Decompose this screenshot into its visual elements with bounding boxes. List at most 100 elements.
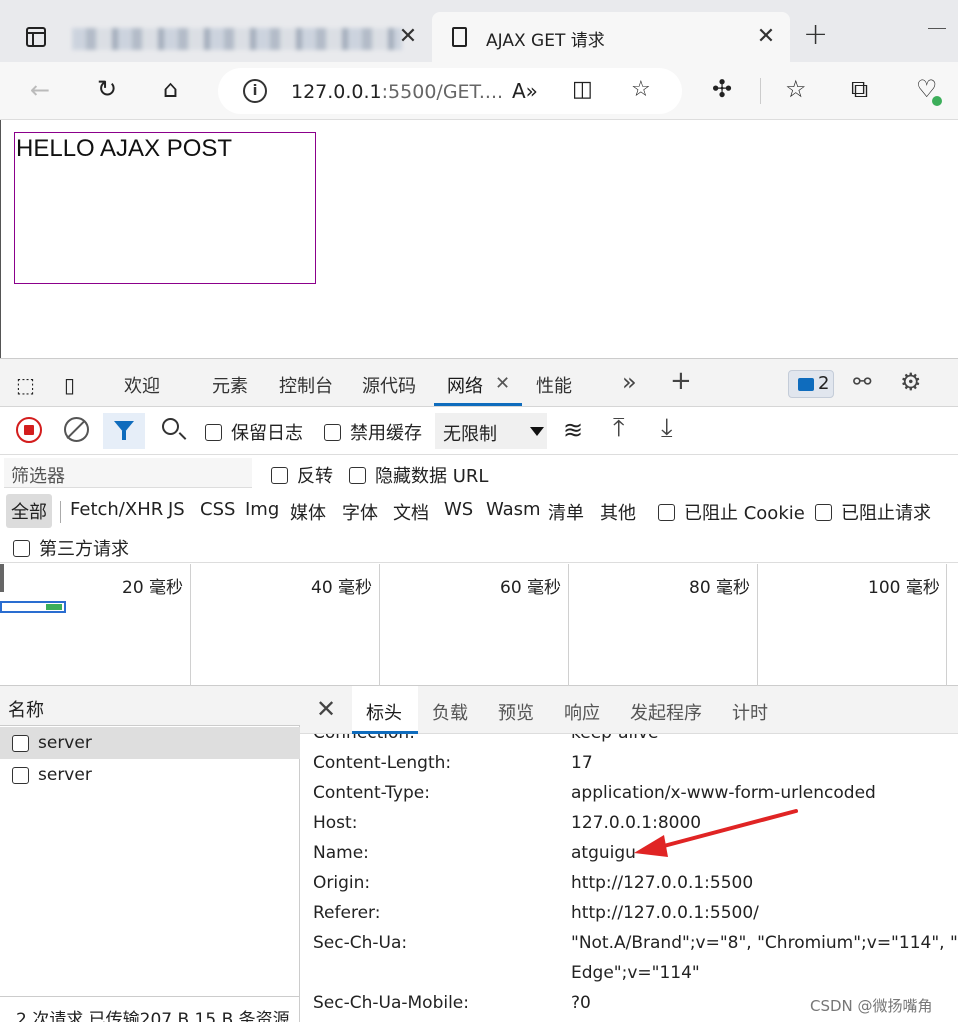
- close-details-icon[interactable]: ✕: [316, 697, 336, 721]
- favorite-star-icon[interactable]: ☆: [631, 78, 651, 102]
- extensions-icon[interactable]: ✣: [712, 77, 732, 101]
- workspaces-icon[interactable]: [26, 27, 46, 47]
- third-party-checkbox[interactable]: 第三方请求: [13, 535, 129, 561]
- type-other[interactable]: 其他: [600, 499, 636, 525]
- type-font[interactable]: 字体: [342, 499, 378, 525]
- customize-icon[interactable]: ⚯: [853, 371, 871, 395]
- favorites-icon[interactable]: ☆: [785, 77, 807, 101]
- url-text[interactable]: 127.0.0.1:5500/GET....: [291, 81, 503, 103]
- type-doc[interactable]: 文档: [393, 499, 429, 525]
- close-tab-icon[interactable]: ✕: [754, 26, 778, 48]
- overview-gridline: [190, 564, 191, 686]
- split-screen-icon[interactable]: ◫: [572, 78, 593, 102]
- blocked-cookies-label: 已阻止 Cookie: [684, 503, 805, 524]
- tab-preview[interactable]: 预览: [498, 699, 534, 725]
- tab-welcome[interactable]: 欢迎: [124, 372, 160, 398]
- tab-active[interactable]: AJAX GET 请求 ✕: [432, 12, 790, 62]
- tab-console[interactable]: 控制台: [279, 372, 333, 398]
- tab-payload[interactable]: 负载: [432, 699, 468, 725]
- blocked-requests-checkbox[interactable]: 已阻止请求: [815, 499, 931, 525]
- hide-data-urls-checkbox[interactable]: 隐藏数据 URL: [349, 462, 488, 488]
- new-tab-button[interactable]: +: [803, 20, 828, 50]
- filter-toggle-button[interactable]: [103, 413, 145, 449]
- more-tabs-icon[interactable]: »: [622, 370, 637, 394]
- invert-checkbox[interactable]: 反转: [271, 462, 333, 488]
- type-fetch-xhr[interactable]: Fetch/XHR: [70, 499, 163, 520]
- throttle-select[interactable]: 无限制: [435, 413, 547, 449]
- checkbox-box[interactable]: [13, 539, 30, 557]
- overview-tick: 80 毫秒: [689, 578, 751, 598]
- tab-inactive[interactable]: ✕: [12, 12, 428, 62]
- home-icon[interactable]: ⌂: [163, 77, 178, 101]
- minimize-icon[interactable]: [928, 28, 946, 29]
- checkbox-box[interactable]: [815, 503, 832, 521]
- checkbox-box[interactable]: [271, 466, 288, 484]
- type-js[interactable]: JS: [168, 499, 185, 520]
- overview-handle[interactable]: [0, 564, 4, 592]
- checkbox-box[interactable]: [205, 423, 222, 441]
- tab-headers[interactable]: 标头: [366, 699, 402, 725]
- tab-network[interactable]: 网络: [447, 372, 483, 398]
- read-aloud-icon[interactable]: A»: [512, 79, 538, 103]
- type-wasm[interactable]: Wasm: [486, 499, 541, 520]
- import-har-icon[interactable]: ⤒: [613, 415, 625, 441]
- checkbox-box[interactable]: [324, 423, 341, 441]
- close-tab-icon[interactable]: ✕: [495, 372, 510, 396]
- type-manifest[interactable]: 清单: [548, 499, 584, 525]
- type-all[interactable]: 全部: [6, 494, 52, 528]
- type-media[interactable]: 媒体: [290, 499, 326, 525]
- url-host: 127.0.0.1: [291, 81, 382, 103]
- header-value: atguigu: [571, 843, 636, 863]
- status-dot: [932, 96, 942, 106]
- checkbox-box[interactable]: [12, 734, 29, 752]
- inspect-element-icon[interactable]: ⬚: [16, 373, 35, 397]
- address-bar[interactable]: i 127.0.0.1:5500/GET.... A» ◫ ☆: [218, 68, 682, 114]
- more-options-icon[interactable]: ⋮: [950, 370, 958, 394]
- collections-icon[interactable]: ⧉: [851, 77, 868, 101]
- network-conditions-icon[interactable]: ≋: [563, 418, 583, 442]
- checkbox-box[interactable]: [12, 766, 29, 784]
- checkbox-box[interactable]: [349, 466, 366, 484]
- close-tab-icon[interactable]: ✕: [396, 26, 420, 48]
- tab-initiator[interactable]: 发起程序: [630, 699, 702, 725]
- tab-timing[interactable]: 计时: [732, 699, 768, 725]
- filter-placeholder: 筛选器: [11, 466, 65, 487]
- url-rest: :5500/GET....: [381, 81, 504, 103]
- site-info-icon[interactable]: i: [243, 79, 267, 103]
- export-har-icon[interactable]: ⤓: [661, 415, 673, 441]
- filter-input[interactable]: 筛选器: [4, 458, 252, 488]
- page-content: HELLO AJAX POST: [0, 120, 958, 358]
- preserve-log-checkbox[interactable]: 保留日志: [205, 419, 303, 445]
- tab-strip: ✕ AJAX GET 请求 ✕ +: [0, 0, 958, 62]
- document-icon: [452, 27, 467, 47]
- add-tab-icon[interactable]: +: [670, 368, 692, 394]
- header-name: Content-Type:: [313, 783, 430, 803]
- clear-icon[interactable]: [64, 417, 89, 442]
- blocked-cookies-checkbox[interactable]: 已阻止 Cookie: [658, 499, 805, 525]
- search-icon[interactable]: [162, 418, 179, 435]
- disable-cache-checkbox[interactable]: 禁用缓存: [324, 419, 422, 445]
- tab-response[interactable]: 响应: [564, 699, 600, 725]
- issues-badge[interactable]: 2: [788, 370, 834, 398]
- reload-icon[interactable]: ↻: [97, 77, 117, 101]
- network-overview[interactable]: 20 毫秒 40 毫秒 60 毫秒 80 毫秒 100 毫秒: [0, 564, 958, 686]
- type-css[interactable]: CSS: [200, 499, 235, 520]
- type-ws[interactable]: WS: [444, 499, 473, 520]
- request-row[interactable]: server: [0, 759, 300, 791]
- tab-sources[interactable]: 源代码: [362, 372, 416, 398]
- checkbox-box[interactable]: [658, 503, 675, 521]
- name-column-header: 名称: [8, 700, 44, 721]
- tab-elements[interactable]: 元素: [212, 372, 248, 398]
- record-stop-icon[interactable]: [16, 417, 42, 443]
- overview-tick: 40 毫秒: [311, 578, 373, 598]
- header-value: 17: [571, 753, 593, 773]
- invert-label: 反转: [297, 466, 333, 487]
- request-row[interactable]: server: [0, 727, 300, 759]
- result-text: HELLO AJAX POST: [16, 135, 233, 162]
- tab-performance[interactable]: 性能: [536, 372, 572, 398]
- device-emulation-icon[interactable]: ▯: [64, 373, 75, 397]
- type-img[interactable]: Img: [245, 499, 279, 520]
- settings-gear-icon[interactable]: ⚙: [900, 370, 922, 394]
- request-list-header[interactable]: 名称: [0, 686, 300, 726]
- back-icon[interactable]: ←: [30, 78, 50, 102]
